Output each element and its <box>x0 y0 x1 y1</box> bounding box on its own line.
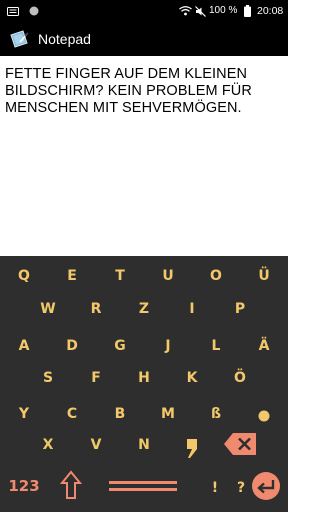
key-ae[interactable]: Ä <box>249 334 279 358</box>
status-bar: 100 % 20:08 <box>0 0 288 22</box>
key-s[interactable]: S <box>33 366 63 390</box>
numbers-key[interactable]: 123 <box>6 474 42 498</box>
key-t[interactable]: T <box>105 264 135 288</box>
key-u[interactable]: U <box>153 264 183 288</box>
key-k[interactable]: K <box>177 366 207 390</box>
mute-icon <box>194 0 206 22</box>
key-y[interactable]: Y <box>9 402 39 426</box>
note-text[interactable]: FETTE FINGER AUF DEM KLEINEN BILDSCHIRM?… <box>5 66 285 117</box>
key-p[interactable]: P <box>225 297 255 321</box>
wifi-icon <box>178 0 192 22</box>
action-bar: Notepad <box>0 22 288 56</box>
key-q[interactable]: Q <box>9 264 39 288</box>
key-comma[interactable] <box>177 436 207 460</box>
key-l[interactable]: L <box>201 334 231 358</box>
key-j[interactable]: J <box>153 334 183 358</box>
key-f[interactable]: F <box>81 366 111 390</box>
shift-arrow-icon[interactable] <box>56 468 86 502</box>
enter-key[interactable] <box>250 470 282 502</box>
key-i[interactable]: I <box>177 297 207 321</box>
backspace-key[interactable] <box>222 430 258 458</box>
key-e[interactable]: E <box>57 264 87 288</box>
key-oe[interactable]: Ö <box>225 366 255 390</box>
key-w[interactable]: W <box>33 297 63 321</box>
app-title: Notepad <box>38 31 91 47</box>
key-c[interactable]: C <box>57 402 87 426</box>
keyboard: Q E T U O Ü W R Z I P A D G J L Ä S F H … <box>0 256 288 512</box>
key-o[interactable]: O <box>201 264 231 288</box>
notification-icon <box>6 0 20 22</box>
key-x[interactable]: X <box>33 433 63 457</box>
key-m[interactable]: M <box>153 402 183 426</box>
key-sz[interactable]: ß <box>201 402 231 426</box>
key-r[interactable]: R <box>81 297 111 321</box>
key-a[interactable]: A <box>9 334 39 358</box>
battery-percent: 100 % <box>209 5 238 16</box>
battery-icon <box>242 0 252 22</box>
key-g[interactable]: G <box>105 334 135 358</box>
status-circle-icon <box>28 0 40 22</box>
key-n[interactable]: N <box>129 433 159 457</box>
key-z[interactable]: Z <box>129 297 159 321</box>
space-bar[interactable] <box>108 478 178 496</box>
clock: 20:08 <box>257 5 284 17</box>
note-editor[interactable]: FETTE FINGER AUF DEM KLEINEN BILDSCHIRM?… <box>0 56 288 256</box>
notepad-app-icon <box>8 28 30 50</box>
key-period[interactable] <box>249 404 279 428</box>
key-v[interactable]: V <box>81 433 111 457</box>
key-b[interactable]: B <box>105 402 135 426</box>
key-ue[interactable]: Ü <box>249 264 279 288</box>
key-h[interactable]: H <box>129 366 159 390</box>
key-d[interactable]: D <box>57 334 87 358</box>
